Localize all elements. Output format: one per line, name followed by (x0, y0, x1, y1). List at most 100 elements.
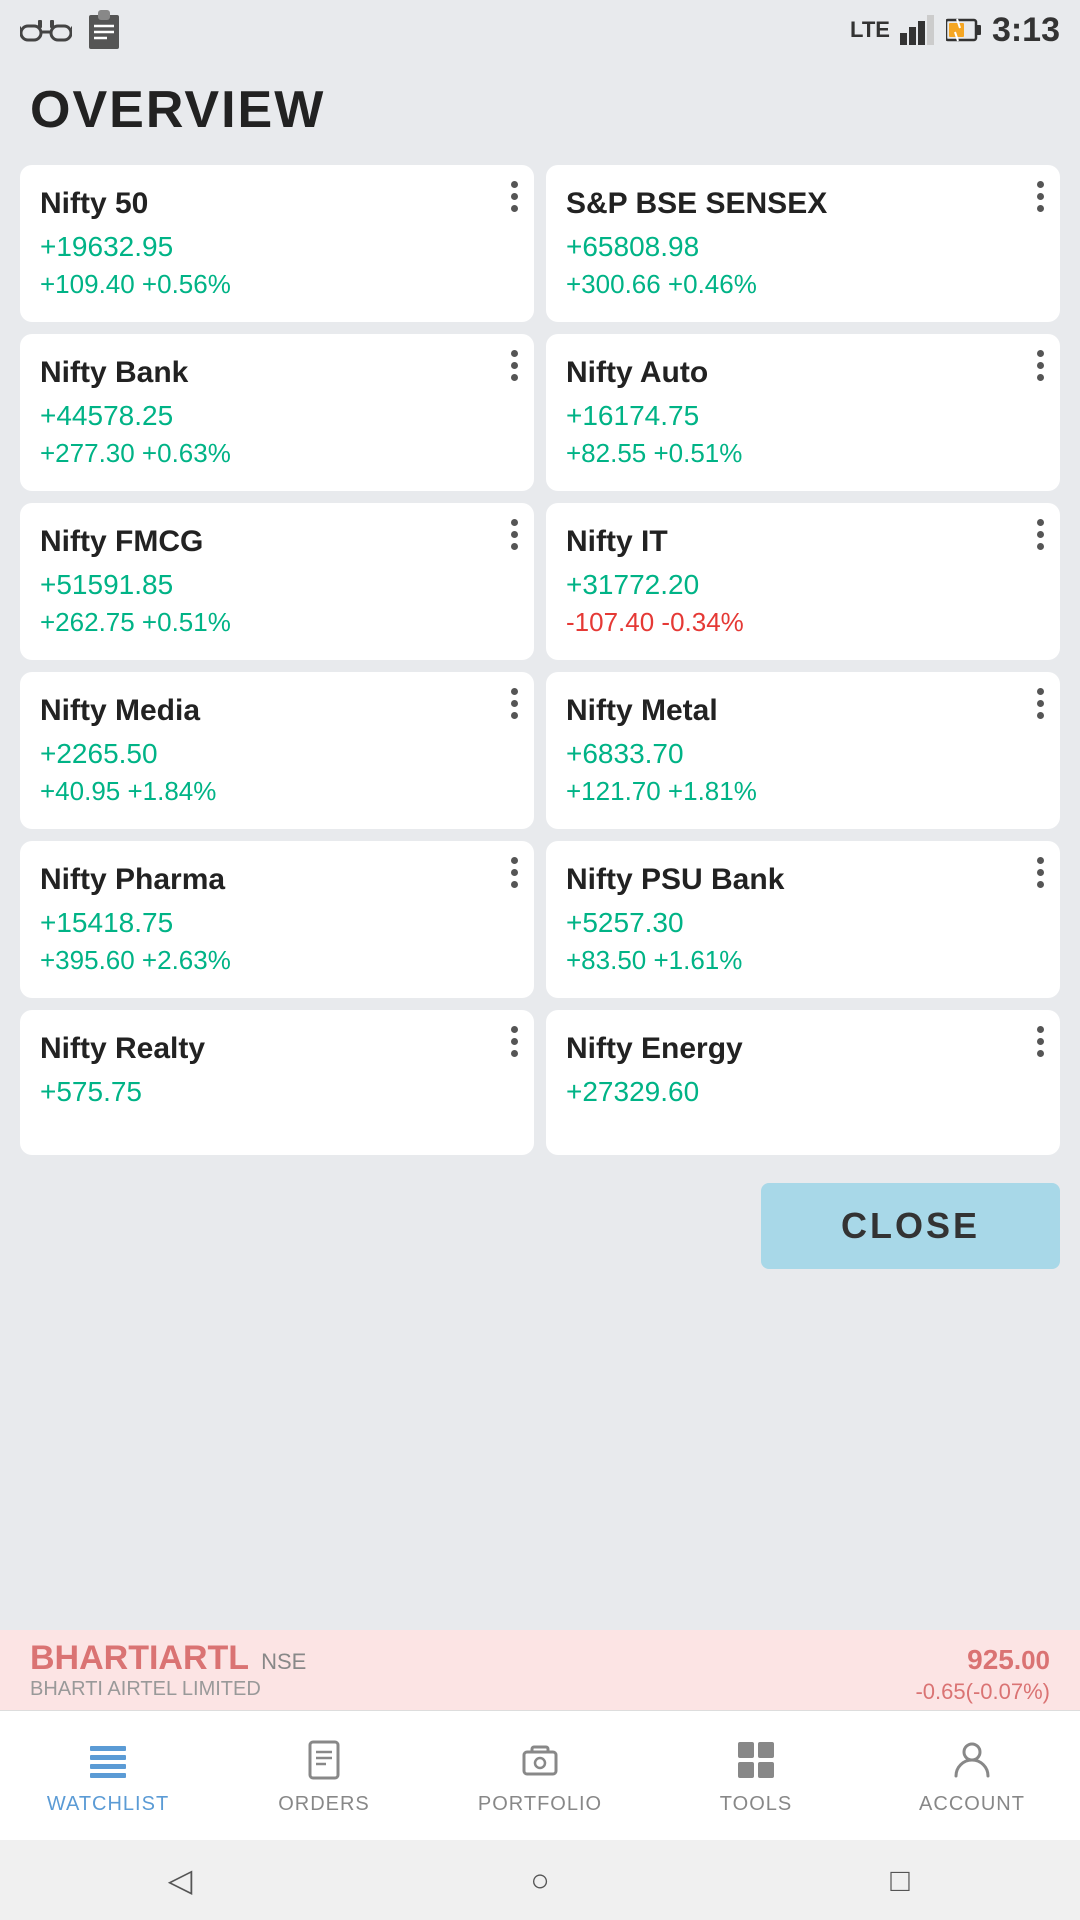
card-title-niftypharma: Nifty Pharma (40, 863, 514, 897)
card-menu-niftyfmcg[interactable] (511, 519, 518, 550)
card-value-niftymetal: +6833.70 (566, 738, 1040, 770)
card-menu-niftypharma[interactable] (511, 857, 518, 888)
glasses-icon (20, 14, 72, 46)
home-button[interactable]: ○ (515, 1855, 565, 1905)
content-area: Nifty 50 +19632.95 +109.40 +0.56% S&P BSE S… (0, 155, 1080, 1165)
nav-label-portfolio: PORTFOLIO (478, 1793, 602, 1816)
card-change-niftyit: -107.40 -0.34% (566, 607, 1040, 638)
card-title-sensex: S&P BSE SENSEX (566, 187, 1040, 221)
ticker-change: -0.65(-0.07%) (915, 1679, 1050, 1705)
lte-label: LTE (850, 17, 890, 43)
nav-item-tools[interactable]: TOOLS (648, 1735, 864, 1816)
clipboard-icon (87, 10, 121, 50)
ticker-exchange: NSE (261, 1649, 306, 1675)
card-value-niftyit: +31772.20 (566, 569, 1040, 601)
status-bar-right: LTE 3:13 (850, 11, 1060, 50)
card-niftyenergy: Nifty Energy +27329.60 (546, 1010, 1060, 1155)
nav-icon-orders (299, 1735, 349, 1785)
card-sensex: S&P BSE SENSEX +65808.98 +300.66 +0.46% (546, 165, 1060, 322)
nav-icon-account (947, 1735, 997, 1785)
overview-header: OVERVIEW (0, 60, 1080, 155)
nav-icon-portfolio (515, 1735, 565, 1785)
page-title: OVERVIEW (30, 80, 1050, 140)
cards-grid: Nifty 50 +19632.95 +109.40 +0.56% S&P BSE S… (20, 165, 1060, 1155)
time-display: 3:13 (992, 11, 1060, 50)
card-title-niftymetal: Nifty Metal (566, 694, 1040, 728)
card-change-niftyfmcg: +262.75 +0.51% (40, 607, 514, 638)
card-change-niftymedia: +40.95 +1.84% (40, 776, 514, 807)
card-menu-sensex[interactable] (1037, 181, 1044, 212)
nav-item-orders[interactable]: ORDERS (216, 1735, 432, 1816)
card-title-niftybank: Nifty Bank (40, 356, 514, 390)
card-menu-niftyrealty[interactable] (511, 1026, 518, 1057)
status-bar-left (20, 10, 121, 50)
close-button-container: CLOSE (0, 1165, 1080, 1277)
back-button[interactable]: ◁ (155, 1855, 205, 1905)
android-nav: ◁ ○ □ (0, 1840, 1080, 1920)
card-niftyrealty: Nifty Realty +575.75 (20, 1010, 534, 1155)
ticker-bar: BHARTIARTL NSE BHARTI AIRTEL LIMITED 925… (0, 1630, 1080, 1710)
card-menu-nifty50[interactable] (511, 181, 518, 212)
card-title-niftyauto: Nifty Auto (566, 356, 1040, 390)
ticker-price-fraction: .00 (1014, 1645, 1050, 1675)
ticker-name: BHARTIARTL (30, 1639, 249, 1678)
nav-label-orders: ORDERS (278, 1793, 370, 1816)
card-change-niftypsubank: +83.50 +1.61% (566, 945, 1040, 976)
card-menu-niftyauto[interactable] (1037, 350, 1044, 381)
card-niftyfmcg: Nifty FMCG+51591.85+262.75 +0.51% (20, 503, 534, 660)
card-change-niftyauto: +82.55 +0.51% (566, 438, 1040, 469)
card-menu-niftypsubank[interactable] (1037, 857, 1044, 888)
card-title-niftymedia: Nifty Media (40, 694, 514, 728)
ticker-left: BHARTIARTL NSE BHARTI AIRTEL LIMITED (30, 1639, 306, 1701)
card-value-niftyauto: +16174.75 (566, 400, 1040, 432)
nav-icon-watchlist (83, 1735, 133, 1785)
recents-button[interactable]: □ (875, 1855, 925, 1905)
nav-item-watchlist[interactable]: WATCHLIST (0, 1735, 216, 1816)
ticker-company: BHARTI AIRTEL LIMITED (30, 1678, 261, 1700)
card-menu-niftybank[interactable] (511, 350, 518, 381)
card-niftybank: Nifty Bank +44578.25 +277.30 +0.63% (20, 334, 534, 491)
card-value-niftyenergy: +27329.60 (566, 1076, 1040, 1108)
nav-label-tools: TOOLS (720, 1793, 792, 1816)
card-change-niftybank: +277.30 +0.63% (40, 438, 514, 469)
card-change-niftypharma: +395.60 +2.63% (40, 945, 514, 976)
card-niftypsubank: Nifty PSU Bank +5257.30 +83.50 +1.61% (546, 841, 1060, 998)
card-value-niftypsubank: +5257.30 (566, 907, 1040, 939)
card-menu-niftymetal[interactable] (1037, 688, 1044, 719)
ticker-price: 925.00 (915, 1636, 1050, 1679)
bottom-nav: WATCHLIST ORDERS PORTFOLIO TOOLS ACCOUNT (0, 1710, 1080, 1840)
status-bar: LTE 3:13 (0, 0, 1080, 60)
close-button[interactable]: CLOSE (761, 1183, 1060, 1269)
card-change-nifty50: +109.40 +0.56% (40, 269, 514, 300)
card-niftyit: Nifty IT +31772.20 -107.40 -0.34% (546, 503, 1060, 660)
card-title-niftyrealty: Nifty Realty (40, 1032, 514, 1066)
card-menu-niftyit[interactable] (1037, 519, 1044, 550)
card-title-niftyenergy: Nifty Energy (566, 1032, 1040, 1066)
card-title-nifty50: Nifty 50 (40, 187, 514, 221)
nav-label-account: ACCOUNT (919, 1793, 1025, 1816)
card-change-sensex: +300.66 +0.46% (566, 269, 1040, 300)
card-menu-niftymedia[interactable] (511, 688, 518, 719)
card-value-sensex: +65808.98 (566, 231, 1040, 263)
card-niftypharma: Nifty Pharma+15418.75+395.60 +2.63% (20, 841, 534, 998)
card-value-niftyrealty: +575.75 (40, 1076, 514, 1108)
ticker-right: 925.00 -0.65(-0.07%) (915, 1636, 1050, 1705)
card-value-niftymedia: +2265.50 (40, 738, 514, 770)
nav-item-account[interactable]: ACCOUNT (864, 1735, 1080, 1816)
card-value-nifty50: +19632.95 (40, 231, 514, 263)
nav-label-watchlist: WATCHLIST (47, 1793, 169, 1816)
signal-icon (900, 15, 936, 45)
card-value-niftybank: +44578.25 (40, 400, 514, 432)
card-niftymedia: Nifty Media +2265.50 +40.95 +1.84% (20, 672, 534, 829)
nav-icon-tools (731, 1735, 781, 1785)
nav-item-portfolio[interactable]: PORTFOLIO (432, 1735, 648, 1816)
card-title-niftyfmcg: Nifty FMCG (40, 525, 514, 559)
battery-icon (946, 16, 982, 44)
card-change-niftymetal: +121.70 +1.81% (566, 776, 1040, 807)
card-niftyauto: Nifty Auto +16174.75 +82.55 +0.51% (546, 334, 1060, 491)
card-menu-niftyenergy[interactable] (1037, 1026, 1044, 1057)
card-title-niftyit: Nifty IT (566, 525, 1040, 559)
card-title-niftypsubank: Nifty PSU Bank (566, 863, 1040, 897)
card-niftymetal: Nifty Metal +6833.70 +121.70 +1.81% (546, 672, 1060, 829)
card-nifty50: Nifty 50 +19632.95 +109.40 +0.56% (20, 165, 534, 322)
